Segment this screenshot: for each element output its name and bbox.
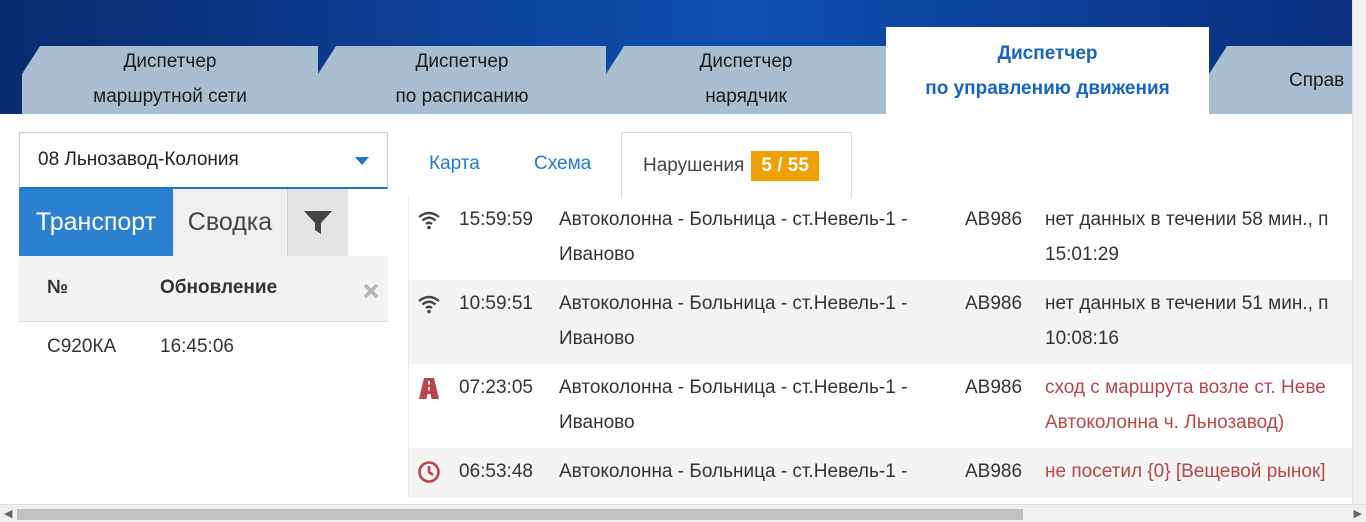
violation-route: Автоколонна - Больница - ст.Невель-1 - [559,461,908,482]
list-item[interactable]: 06:53:48 Автоколонна - Больница - ст.Нев… [409,448,1352,498]
vehicle-number: С920КА [47,336,117,357]
clock-icon [418,461,440,483]
violation-time: 07:23:05 [459,377,533,398]
violation-message: не посетил {0} [Вещевой рынок] [1045,461,1326,482]
nav-tab-route-network[interactable]: Диспетчер маршрутной сети [22,46,318,114]
tab-violations-label: Нарушения [643,154,745,176]
violation-time: 10:59:51 [459,293,533,314]
violation-message: нет данных в течении 51 мин., п 10:08:16 [1045,293,1329,349]
chevron-down-icon [355,157,369,165]
wifi-signal-icon [418,295,440,314]
list-item[interactable]: 15:59:59 Автоколонна - Больница - ст.Нев… [409,196,1352,280]
violation-message: сход с маршрута возле ст. Неве Автоколон… [1045,377,1326,433]
violation-message: нет данных в течении 58 мин., п 15:01:29 [1045,209,1329,265]
tab-map[interactable]: Карта [429,132,480,196]
nav-tab-traffic-control[interactable]: Диспетчер по управлению движения [886,27,1209,114]
scrollbar-thumb[interactable] [17,509,1023,520]
violations-list: 15:59:59 Автоколонна - Больница - ст.Нев… [408,196,1352,498]
table-row[interactable]: С920КА 16:45:06 [19,322,388,372]
scroll-right-arrow-icon[interactable]: ▶ [1354,507,1362,520]
vertical-scrollbar[interactable] [1352,0,1366,504]
violation-plate: АВ986 [965,209,1023,230]
tabs-spacer [348,189,388,256]
violation-plate: АВ986 [965,461,1023,482]
filter-icon [304,210,332,234]
vehicle-update-time: 16:45:06 [160,336,234,357]
top-navigation-bar: Диспетчер маршрутной сети Диспетчер по р… [0,0,1352,114]
nav-tab-reference[interactable]: Справ [1209,46,1352,114]
tab-transport[interactable]: Транспорт [19,189,173,256]
column-update[interactable]: Обновление [160,277,277,299]
violation-plate: АВ986 [965,293,1023,314]
violation-route: Автоколонна - Больница - ст.Невель-1 - И… [559,209,908,265]
road-icon [419,378,439,399]
tab-violations[interactable]: Нарушения 5 / 55 [621,132,852,198]
transport-table-header: № Обновление [19,256,388,322]
list-item[interactable]: 10:59:51 Автоколонна - Больница - ст.Нев… [409,280,1352,364]
nav-tab-dispatcher-assigner[interactable]: Диспетчер нарядчик [606,46,886,114]
violation-route: Автоколонна - Больница - ст.Невель-1 - И… [559,293,908,349]
nav-tab-schedule[interactable]: Диспетчер по расписанию [318,46,606,114]
violation-plate: АВ986 [965,377,1023,398]
violation-route: Автоколонна - Больница - ст.Невель-1 - И… [559,377,908,433]
violation-time: 15:59:59 [459,209,533,230]
left-panel-tabs: Транспорт Сводка [19,189,388,256]
wifi-signal-icon [418,211,440,230]
tab-summary[interactable]: Сводка [173,189,287,256]
scroll-left-arrow-icon[interactable]: ◀ [4,507,12,520]
right-panel-tabs: Карта Схема Нарушения 5 / 55 [408,132,1352,198]
filter-button[interactable] [287,189,348,256]
violations-count-badge: 5 / 55 [751,150,819,181]
route-select[interactable]: 08 Льнозавод-Колония [19,132,388,189]
horizontal-scrollbar[interactable]: ◀ ▶ [0,504,1366,522]
column-number[interactable]: № [47,277,68,299]
route-select-value: 08 Льнозавод-Колония [38,149,239,170]
close-icon[interactable] [362,282,380,300]
tab-scheme[interactable]: Схема [534,132,591,196]
violation-time: 06:53:48 [459,461,533,482]
list-item[interactable]: 07:23:05 Автоколонна - Больница - ст.Нев… [409,364,1352,448]
